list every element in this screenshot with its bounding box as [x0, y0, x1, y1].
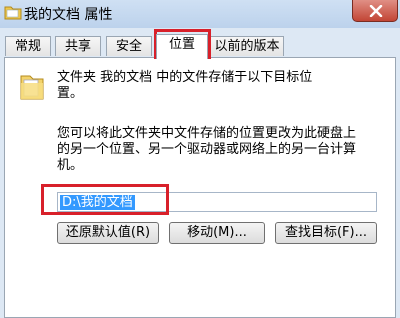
restore-default-button[interactable]: 还原默认值(R): [57, 222, 159, 244]
location-description: 文件夹 我的文档 中的文件存储于以下目标位: [57, 70, 313, 85]
find-target-button[interactable]: 查找目标(F)...: [275, 222, 377, 244]
tab-strip: 常规 共享 安全 位置 以前的版本: [0, 34, 400, 59]
window-title: 我的文档 属性: [24, 7, 113, 23]
tab-security[interactable]: 安全: [106, 36, 152, 56]
tab-location[interactable]: 位置: [156, 34, 208, 59]
tab-sharing[interactable]: 共享: [55, 36, 101, 56]
location-description-cont: 置。: [57, 86, 84, 101]
info-text-line3: 机。: [57, 158, 84, 173]
tab-general[interactable]: 常规: [5, 36, 51, 56]
folder-icon: [4, 6, 22, 20]
path-value: D:\我的文档: [60, 195, 135, 210]
tab-previous-versions[interactable]: 以前的版本: [210, 36, 284, 56]
close-icon: [369, 5, 383, 17]
info-text-line2: 的另一个位置、另一个驱动器或网络上的另一台计算: [57, 142, 357, 157]
title-bar[interactable]: 我的文档 属性: [0, 0, 400, 28]
location-panel: 文件夹 我的文档 中的文件存储于以下目标位 置。 您可以将此文件夹中文件存储的位…: [4, 57, 396, 318]
info-text-line1: 您可以将此文件夹中文件存储的位置更改为此硬盘上: [57, 126, 357, 141]
move-button[interactable]: 移动(M)...: [169, 222, 265, 244]
close-button[interactable]: [352, 0, 398, 22]
properties-window: 我的文档 属性 常规 共享 安全 位置 以前的版本 文件夹 我的文档 中的文件存…: [0, 0, 400, 318]
folder-icon: [20, 75, 44, 100]
